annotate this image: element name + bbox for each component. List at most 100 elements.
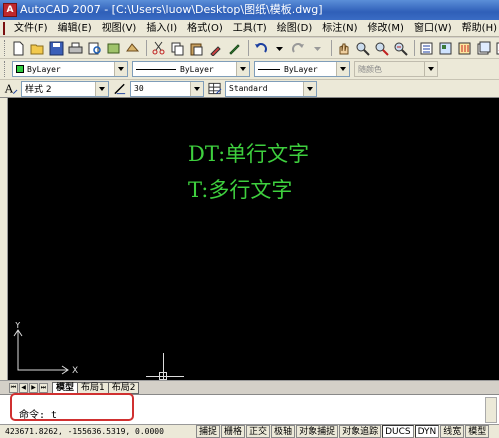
redo-icon[interactable] <box>290 40 306 56</box>
pan-icon[interactable] <box>335 40 351 56</box>
block-editor-icon[interactable] <box>226 40 242 56</box>
ucs-x-label: X <box>72 366 78 376</box>
design-center-icon[interactable] <box>437 40 453 56</box>
lineweight-value: ByLayer <box>284 64 318 74</box>
menu-insert[interactable]: 插入(I) <box>141 21 182 36</box>
ucs-icon: Y X <box>13 322 78 376</box>
separator <box>248 40 249 56</box>
menu-view[interactable]: 视图(V) <box>97 21 142 36</box>
first-tab-button[interactable]: ⏮ <box>9 382 18 393</box>
zoom-window-icon[interactable] <box>373 40 389 56</box>
plot-preview-icon[interactable] <box>86 40 102 56</box>
ducs-toggle[interactable]: DUCS <box>382 425 414 438</box>
sheet-set-icon[interactable] <box>475 40 491 56</box>
ortho-toggle[interactable]: 正交 <box>246 425 271 438</box>
pickbox <box>159 372 167 380</box>
tab-layout1[interactable]: 布局1 <box>77 381 109 394</box>
chevron-down-icon[interactable] <box>95 81 108 96</box>
separator <box>414 40 415 56</box>
chevron-down-icon[interactable] <box>190 81 203 96</box>
grid-toggle[interactable]: 栅格 <box>221 425 246 438</box>
document-icon[interactable] <box>3 21 5 35</box>
color-control-dropdown[interactable]: ByLayer <box>12 61 128 77</box>
menu-edit[interactable]: 编辑(E) <box>53 21 97 36</box>
tool-palettes-icon[interactable] <box>456 40 472 56</box>
autocad-app-icon[interactable]: A <box>3 3 17 17</box>
publish-icon[interactable] <box>105 40 121 56</box>
undo-icon[interactable] <box>252 40 268 56</box>
menu-draw[interactable]: 绘图(D) <box>272 21 318 36</box>
3d-dwf-icon[interactable] <box>124 40 140 56</box>
snap-toggle[interactable]: 捕捉 <box>196 425 221 438</box>
svg-text:A: A <box>4 83 14 96</box>
chevron-down-icon[interactable] <box>303 81 316 96</box>
lineweight-sample <box>258 68 280 70</box>
properties-icon[interactable] <box>418 40 434 56</box>
menu-dimension[interactable]: 标注(N) <box>317 21 362 36</box>
zoom-realtime-icon[interactable] <box>354 40 370 56</box>
title-bar: A AutoCAD 2007 - [C:\Users\luow\Desktop\… <box>0 0 499 20</box>
save-icon[interactable] <box>48 40 64 56</box>
plotstyle-control-dropdown: 随颜色 <box>354 61 438 77</box>
tab-layout2[interactable]: 布局2 <box>107 381 140 394</box>
menu-modify[interactable]: 修改(M) <box>363 21 409 36</box>
dimension-style-icon[interactable] <box>113 81 127 97</box>
model-space-toggle[interactable]: 模型 <box>465 425 490 438</box>
dimension-style-value: 30 <box>134 84 144 93</box>
red-highlight-annotation <box>10 393 134 421</box>
polar-toggle[interactable]: 极轴 <box>271 425 296 438</box>
print-icon[interactable] <box>67 40 83 56</box>
redo-dropdown-icon[interactable] <box>309 40 325 56</box>
separator <box>331 40 332 56</box>
undo-dropdown-icon[interactable] <box>271 40 287 56</box>
osnap-toggle[interactable]: 对象捕捉 <box>296 425 339 438</box>
lineweight-control-dropdown[interactable]: ByLayer <box>254 61 350 77</box>
drawing-canvas[interactable]: DT:单行文字 T:多行文字 Y X <box>8 98 499 380</box>
text-style-icon[interactable]: A <box>4 81 18 97</box>
menu-window[interactable]: 窗口(W) <box>409 21 457 36</box>
styles-toolbar: A 样式 2 30 Standard <box>0 80 499 98</box>
toolbar-grip[interactable] <box>4 61 7 77</box>
status-bar: 423671.8262, -155636.5319, 0.0000 捕捉 栅格 … <box>0 424 499 438</box>
otrack-toggle[interactable]: 对象追踪 <box>339 425 382 438</box>
chevron-down-icon[interactable] <box>236 62 249 76</box>
menu-tools[interactable]: 工具(T) <box>228 21 272 36</box>
coordinate-readout[interactable]: 423671.8262, -155636.5319, 0.0000 <box>0 427 196 436</box>
zoom-previous-icon[interactable] <box>392 40 408 56</box>
menu-file[interactable]: 文件(F) <box>9 21 53 36</box>
multiline-text-object[interactable]: T:多行文字 <box>188 174 292 204</box>
next-tab-button[interactable]: ▶ <box>29 382 38 393</box>
menu-format[interactable]: 格式(O) <box>182 21 228 36</box>
match-properties-icon[interactable] <box>207 40 223 56</box>
last-tab-button[interactable]: ⏭ <box>39 382 48 393</box>
text-style-value: 样式 2 <box>25 85 52 95</box>
dyn-toggle[interactable]: DYN <box>414 425 440 438</box>
table-style-icon[interactable] <box>208 81 222 97</box>
lineweight-toggle[interactable]: 线宽 <box>440 425 465 438</box>
toolbar-grip[interactable] <box>4 40 5 56</box>
copy-icon[interactable] <box>169 40 185 56</box>
menu-help[interactable]: 帮助(H) <box>457 21 499 36</box>
plotstyle-value: 随颜色 <box>358 64 382 74</box>
table-style-dropdown[interactable]: Standard <box>225 80 317 97</box>
dimension-style-dropdown[interactable]: 30 <box>130 80 204 97</box>
properties-toolbar: ByLayer ByLayer ByLayer 随颜色 <box>0 59 499 80</box>
color-value: ByLayer <box>27 64 61 74</box>
linetype-sample <box>136 68 176 70</box>
chevron-down-icon[interactable] <box>336 62 349 76</box>
paste-icon[interactable] <box>188 40 204 56</box>
prev-tab-button[interactable]: ◀ <box>19 382 28 393</box>
text-style-dropdown[interactable]: 样式 2 <box>21 80 109 97</box>
markup-set-icon[interactable] <box>494 40 499 56</box>
tab-model[interactable]: 模型 <box>52 381 79 394</box>
cut-icon[interactable] <box>150 40 166 56</box>
color-swatch <box>16 65 24 73</box>
linetype-control-dropdown[interactable]: ByLayer <box>132 61 250 77</box>
single-line-text-object[interactable]: DT:单行文字 <box>188 138 309 168</box>
command-scrollbar[interactable] <box>485 397 497 423</box>
menu-bar: 文件(F) 编辑(E) 视图(V) 插入(I) 格式(O) 工具(T) 绘图(D… <box>0 20 499 37</box>
new-icon[interactable] <box>10 40 26 56</box>
chevron-down-icon[interactable] <box>114 62 127 76</box>
open-icon[interactable] <box>29 40 45 56</box>
chevron-down-icon <box>424 62 437 76</box>
